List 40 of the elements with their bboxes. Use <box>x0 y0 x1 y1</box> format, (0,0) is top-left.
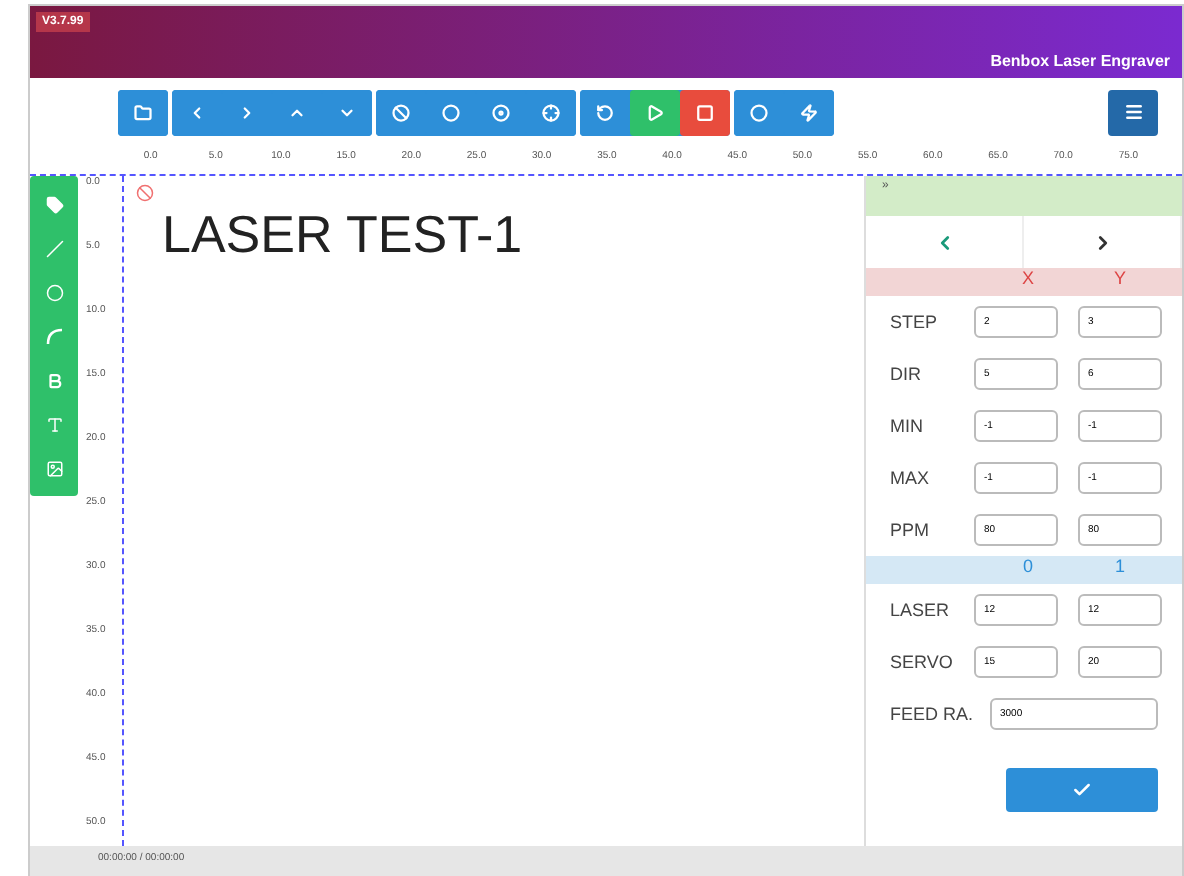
rotate-icon <box>596 103 614 121</box>
row-label: FEED RA. <box>890 704 976 724</box>
toolbar-button[interactable] <box>118 89 168 135</box>
row-label: LASER <box>890 600 952 620</box>
bold-icon <box>45 371 63 389</box>
delete-icon[interactable] <box>136 184 154 202</box>
row-label: SERVO <box>890 652 955 672</box>
row-label: STEP <box>890 312 940 332</box>
toolbar-button[interactable] <box>630 89 680 135</box>
chevron-right-icon <box>238 103 256 121</box>
dot-icon <box>442 103 460 121</box>
circle-slash-icon <box>392 103 410 121</box>
window-title: Benbox Laser Engraver <box>990 52 1170 70</box>
play-icon <box>646 103 664 121</box>
folder-icon <box>134 103 152 121</box>
tag-icon <box>45 195 63 213</box>
row-label: DIR <box>890 364 923 384</box>
circle-icon <box>750 103 768 121</box>
arc-icon <box>45 327 63 345</box>
text-icon <box>45 415 63 433</box>
canvas-text: LASER TEST-1 <box>162 204 523 266</box>
row-label: PPM <box>890 520 932 540</box>
chevron-left-icon <box>188 103 206 121</box>
disc-icon <box>492 103 510 121</box>
image-icon <box>45 459 63 477</box>
check-icon <box>1072 780 1092 800</box>
column-header: 1 <box>1112 556 1127 580</box>
column-header: Y <box>1111 268 1128 292</box>
line-icon <box>45 239 63 257</box>
stop-icon <box>696 103 714 121</box>
menu-icon <box>1123 102 1143 122</box>
row-label: MIN <box>890 416 925 436</box>
bolt-icon <box>800 103 818 121</box>
toolbar-button[interactable] <box>680 89 730 135</box>
row-label: MAX <box>890 468 932 488</box>
circle-icon <box>45 283 63 301</box>
crosshair-icon <box>542 103 560 121</box>
menu-button[interactable] <box>1108 89 1158 135</box>
column-header: 0 <box>1020 556 1035 580</box>
column-header: X <box>1019 268 1036 292</box>
